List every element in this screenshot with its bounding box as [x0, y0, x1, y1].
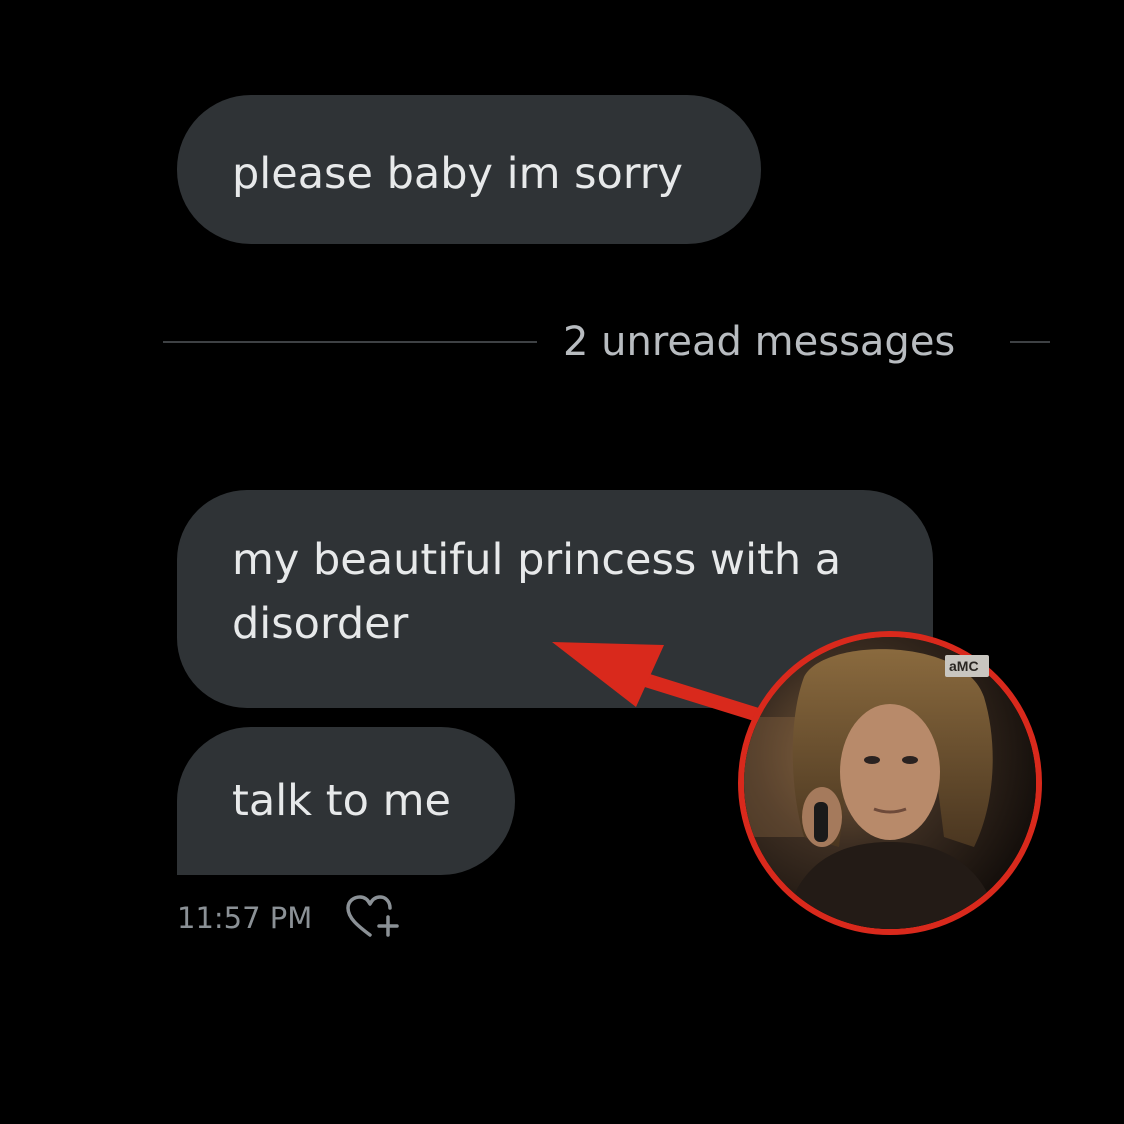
message-text: talk to me — [232, 776, 451, 826]
unread-messages-divider: 2 unread messages — [563, 319, 956, 365]
unread-divider-line-left — [163, 341, 537, 343]
message-text: please baby im sorry — [232, 149, 683, 199]
network-watermark: aMC — [945, 655, 989, 677]
message-bubble[interactable]: talk to me — [177, 727, 515, 875]
unread-divider-line-right — [1010, 341, 1050, 343]
message-text: my beautiful princess with a disorder — [232, 535, 842, 649]
heart-plus-icon[interactable] — [344, 893, 404, 943]
message-timestamp: 11:57 PM — [177, 901, 313, 935]
reaction-photo — [738, 631, 1042, 935]
message-bubble[interactable]: please baby im sorry — [177, 95, 761, 244]
